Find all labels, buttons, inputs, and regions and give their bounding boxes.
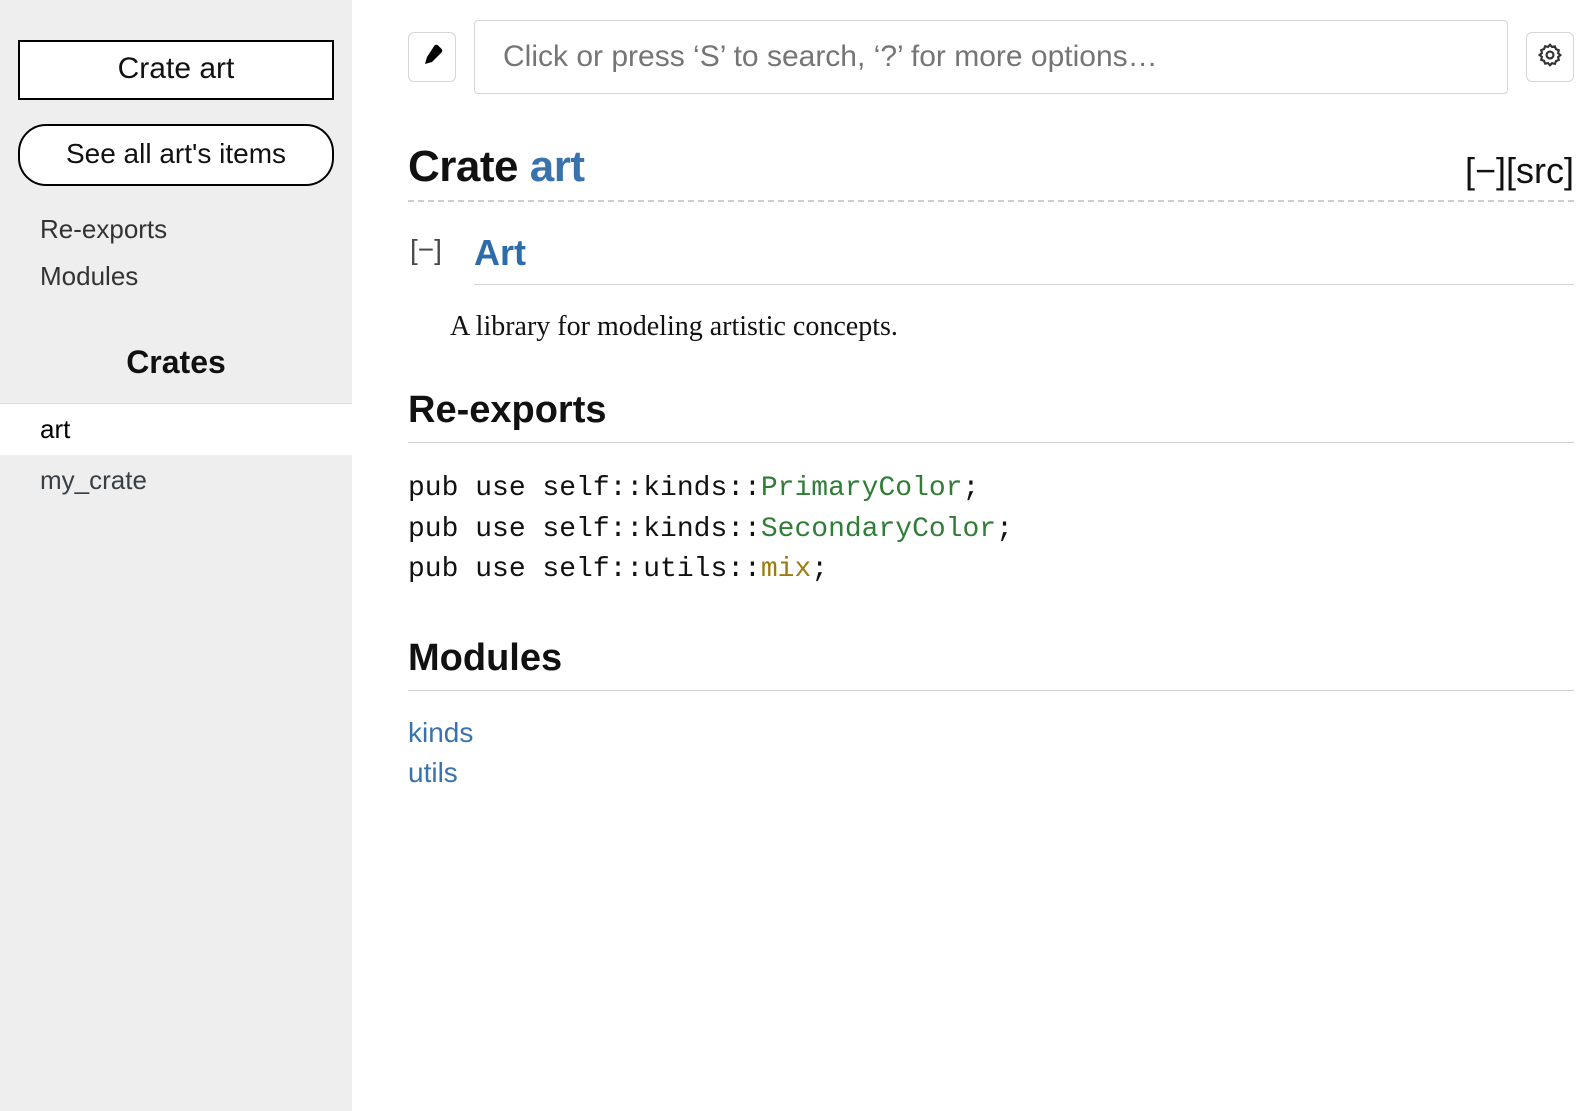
doc-collapse-toggle[interactable]: [−] <box>408 234 444 266</box>
reexport-item[interactable]: SecondaryColor <box>761 514 996 545</box>
gear-icon <box>1537 42 1563 73</box>
main-content: Crate art [−][src] [−] Art A library for… <box>352 0 1584 1111</box>
collapse-all-toggle[interactable]: [−] <box>1465 150 1506 191</box>
sidebar-sections: Re-exports Modules <box>40 206 334 300</box>
page-title-name[interactable]: art <box>530 142 585 191</box>
reexport-line: pub use self::utils::mix; <box>408 550 1574 591</box>
settings-button[interactable] <box>1526 32 1574 82</box>
heading-controls: [−][src] <box>1465 150 1574 192</box>
crate-item-my_crate[interactable]: my_crate <box>0 455 352 506</box>
reexports-list: pub use self::kinds::PrimaryColor; pub u… <box>408 469 1574 591</box>
doc-block: [−] Art A library for modeling artistic … <box>408 232 1574 343</box>
theme-button[interactable] <box>408 32 456 82</box>
page-heading-row: Crate art [−][src] <box>408 142 1574 202</box>
src-link[interactable]: [src] <box>1506 150 1574 191</box>
page-title: Crate art <box>408 142 584 192</box>
topbar <box>408 20 1574 94</box>
crate-title-box[interactable]: Crate art <box>18 40 334 100</box>
crate-item-art[interactable]: art <box>0 404 352 455</box>
sidebar-link-reexports[interactable]: Re-exports <box>40 206 334 253</box>
doc-description: A library for modeling artistic concepts… <box>450 311 1574 343</box>
crates-heading: Crates <box>0 344 352 381</box>
reexport-item[interactable]: mix <box>761 554 811 585</box>
sidebar: Crate art See all art's items Re-exports… <box>0 0 352 1111</box>
modules-list: kinds utils <box>408 717 1574 789</box>
section-modules-heading: Modules <box>408 637 1574 691</box>
reexport-item[interactable]: PrimaryColor <box>761 473 963 504</box>
section-reexports-heading: Re-exports <box>408 389 1574 443</box>
see-all-items-button[interactable]: See all art's items <box>18 124 334 186</box>
page-title-prefix: Crate <box>408 142 530 191</box>
module-link-utils[interactable]: utils <box>408 757 1574 789</box>
crate-list: art my_crate <box>0 403 352 506</box>
sidebar-link-modules[interactable]: Modules <box>40 253 334 300</box>
reexport-line: pub use self::kinds::SecondaryColor; <box>408 510 1574 551</box>
doc-title: Art <box>474 232 1574 285</box>
brush-icon <box>420 43 444 72</box>
reexport-line: pub use self::kinds::PrimaryColor; <box>408 469 1574 510</box>
module-link-kinds[interactable]: kinds <box>408 717 1574 749</box>
search-input[interactable] <box>474 20 1508 94</box>
